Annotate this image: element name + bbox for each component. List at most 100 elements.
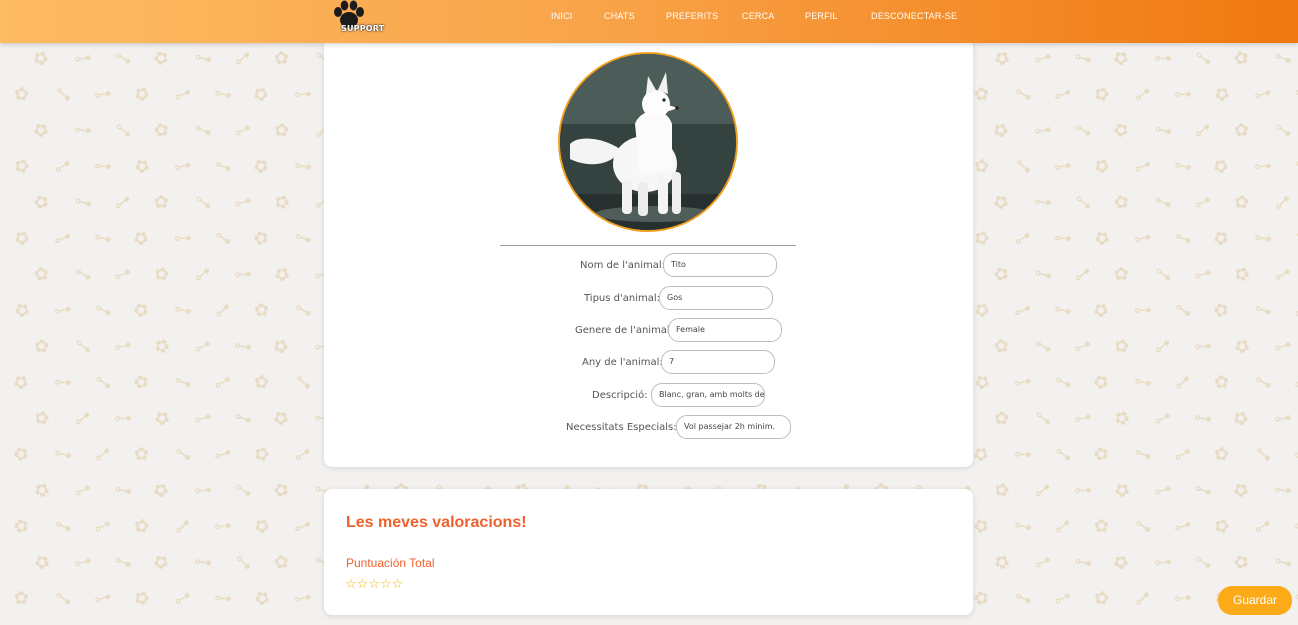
field-label-special-needs: Necessitats Especials: — [566, 422, 677, 433]
bone-pattern-icon: ⊶ — [70, 261, 96, 289]
field-label-year: Any de l'animal: — [582, 357, 663, 368]
pet-year-input[interactable]: 7 — [661, 350, 775, 374]
bone-pattern-icon: ⊶ — [1050, 369, 1076, 396]
bone-pattern-icon: ⊶ — [1252, 155, 1273, 178]
paw-pattern-icon: ✿ — [1230, 262, 1253, 288]
bone-pattern-icon: ⊶ — [1169, 440, 1196, 469]
bone-pattern-icon: ⊶ — [1148, 332, 1177, 361]
bone-pattern-icon: ⊶ — [109, 116, 137, 145]
paw-pattern-icon: ✿ — [251, 442, 272, 467]
bone-pattern-icon: ⊶ — [1030, 45, 1055, 72]
bone-pattern-icon: ⊶ — [69, 477, 96, 504]
bone-pattern-icon: ⊶ — [292, 154, 314, 179]
bone-pattern-icon: ⊶ — [210, 441, 235, 468]
total-score-label: Puntuación Total — [346, 556, 435, 570]
bone-pattern-icon: ⊶ — [230, 405, 255, 432]
paw-pattern-icon: ✿ — [268, 405, 294, 432]
nav-preferits[interactable]: PREFERITS — [666, 11, 718, 21]
bone-pattern-icon: ⊶ — [89, 513, 116, 541]
bone-pattern-icon: ⊶ — [1051, 154, 1074, 179]
bone-pattern-icon: ⊶ — [50, 225, 75, 252]
nav-chats[interactable]: CHATS — [604, 11, 635, 21]
pet-gender-input[interactable]: Female — [668, 318, 782, 342]
bone-pattern-icon: ⊶ — [1069, 333, 1096, 360]
pet-avatar[interactable] — [558, 52, 738, 232]
bone-pattern-icon: ⊶ — [1189, 44, 1217, 73]
bone-pattern-icon: ⊶ — [169, 81, 196, 108]
bone-pattern-icon: ⊶ — [1291, 586, 1298, 611]
nav-cerca[interactable]: CERCA — [742, 11, 775, 21]
bone-pattern-icon: ⊶ — [1129, 512, 1157, 541]
paw-pattern-icon: ✿ — [1212, 371, 1230, 394]
paw-pattern-icon: ✿ — [969, 297, 994, 324]
paw-pattern-icon: ✿ — [1212, 443, 1230, 466]
bone-pattern-icon: ⊶ — [1068, 260, 1096, 289]
paw-pattern-icon: ✿ — [148, 477, 174, 504]
pet-type-input[interactable]: Gos — [659, 286, 773, 310]
paw-pattern-icon: ✿ — [128, 225, 154, 252]
bone-pattern-icon: ⊶ — [169, 440, 197, 469]
nav-inici[interactable]: INICI — [551, 11, 573, 21]
bone-pattern-icon: ⊶ — [1289, 152, 1298, 181]
paw-pattern-icon: ✿ — [249, 585, 275, 612]
paw-pattern-icon: ✿ — [249, 513, 274, 540]
paw-pattern-icon: ✿ — [130, 586, 153, 612]
ratings-card: Les meves valoracions! Puntuación Total … — [324, 489, 973, 615]
divider — [500, 245, 796, 246]
star-rating: ☆☆☆☆☆ — [345, 577, 404, 592]
nav-desconectar[interactable]: DESCONECTAR-SE — [871, 11, 957, 21]
paw-pattern-icon: ✿ — [150, 333, 173, 360]
paw-pattern-icon: ✿ — [32, 262, 51, 287]
pet-name-input[interactable]: Tito — [663, 253, 777, 277]
bone-pattern-icon: ⊶ — [1009, 80, 1037, 109]
paw-pattern-icon: ✿ — [132, 514, 151, 539]
paw-pattern-icon: ✿ — [248, 81, 274, 108]
bone-pattern-icon: ⊶ — [228, 44, 257, 73]
bone-pattern-icon: ⊶ — [229, 117, 256, 145]
paw-pattern-icon: ✿ — [988, 117, 1014, 144]
bone-pattern-icon: ⊶ — [171, 154, 194, 179]
paw-pattern-icon: ✿ — [33, 335, 50, 358]
paw-pattern-icon: ✿ — [129, 297, 153, 324]
save-button[interactable]: Guardar — [1218, 586, 1292, 615]
nav-perfil[interactable]: PERFIL — [805, 11, 838, 21]
paw-pattern-icon: ✿ — [1211, 514, 1232, 539]
bone-pattern-icon: ⊶ — [110, 45, 136, 73]
bone-pattern-icon: ⊶ — [1029, 549, 1056, 576]
paw-pattern-icon: ✿ — [972, 83, 990, 106]
paw-pattern-icon: ✿ — [28, 45, 54, 72]
bone-pattern-icon: ⊶ — [1251, 297, 1275, 324]
paw-pattern-icon: ✿ — [28, 117, 54, 144]
paw-pattern-icon: ✿ — [151, 262, 171, 287]
paw-pattern-icon: ✿ — [270, 478, 292, 504]
bone-pattern-icon: ⊶ — [1053, 227, 1073, 250]
bone-pattern-icon: ⊶ — [1272, 406, 1294, 431]
pet-description-input[interactable]: Blanc, gran, amb molts de — [651, 383, 765, 407]
bone-pattern-icon: ⊶ — [210, 153, 236, 180]
bone-pattern-icon: ⊶ — [169, 584, 196, 613]
top-navbar: SUPPORT INICI CHATS PREFERITS CERCA PERF… — [0, 0, 1298, 43]
bone-pattern-icon: ⊶ — [168, 512, 197, 541]
bone-pattern-icon: ⊶ — [1168, 368, 1197, 397]
bone-pattern-icon: ⊶ — [1191, 261, 1215, 288]
paw-pattern-icon: ✿ — [9, 297, 35, 324]
bone-pattern-icon: ⊶ — [1013, 443, 1032, 466]
bone-pattern-icon: ⊶ — [1070, 117, 1096, 145]
bone-pattern-icon: ⊶ — [289, 296, 317, 325]
bone-pattern-icon: ⊶ — [111, 334, 134, 359]
pet-profile-card: Nom de l'animal: Tito Tipus d'animal: Go… — [324, 36, 973, 467]
paw-pattern-icon: ✿ — [30, 190, 52, 216]
bone-pattern-icon: ⊶ — [1192, 406, 1214, 431]
bone-pattern-icon: ⊶ — [1249, 440, 1277, 469]
bone-pattern-icon: ⊶ — [208, 296, 237, 325]
bone-pattern-icon: ⊶ — [1011, 370, 1034, 395]
pet-special-needs-input[interactable]: Vol passejar 2h minim. — [676, 415, 791, 439]
field-label-description: Descripció: — [592, 390, 648, 401]
paw-pattern-icon: ✿ — [1091, 442, 1112, 467]
field-label-type: Tipus d'animal: — [584, 293, 661, 304]
bone-pattern-icon: ⊶ — [1069, 188, 1097, 217]
bone-pattern-icon: ⊶ — [73, 119, 93, 142]
bone-pattern-icon: ⊶ — [1048, 512, 1077, 541]
bone-pattern-icon: ⊶ — [49, 584, 77, 613]
paw-pattern-icon: ✿ — [972, 155, 990, 178]
